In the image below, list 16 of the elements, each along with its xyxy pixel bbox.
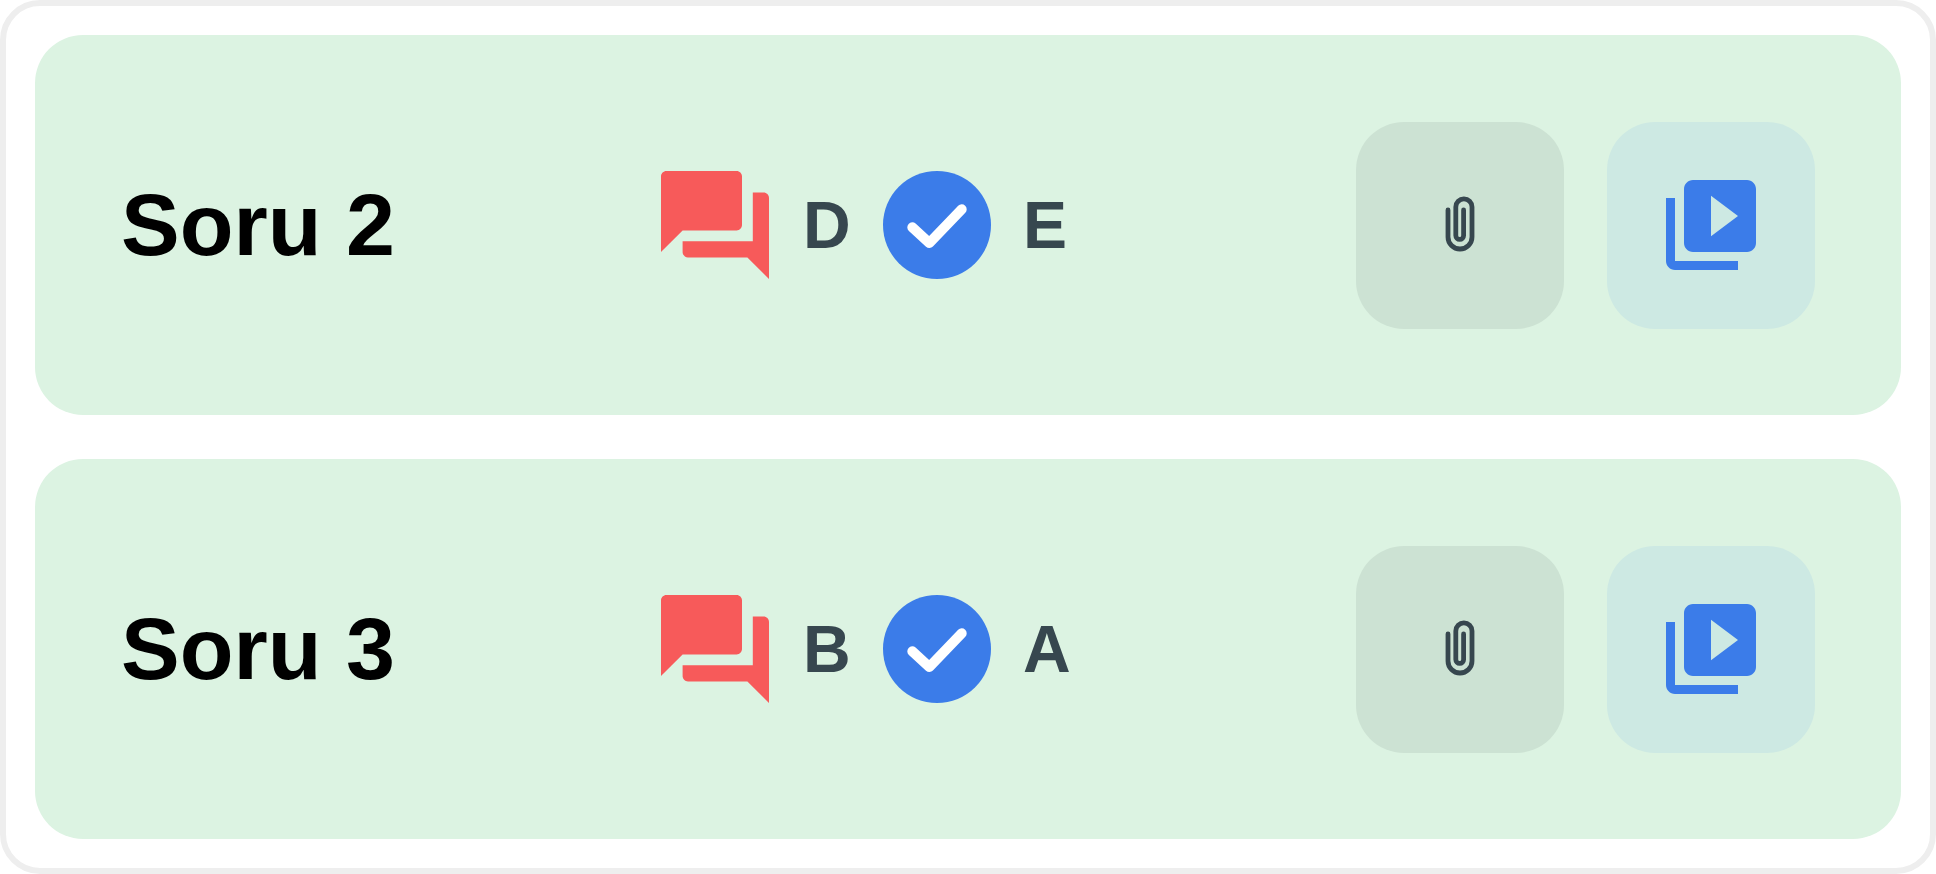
video-button[interactable]: [1607, 545, 1815, 753]
attachment-button[interactable]: [1356, 121, 1564, 329]
chat-bubbles-icon: [661, 171, 769, 279]
check-circle-icon: [883, 171, 991, 279]
attachment-button[interactable]: [1356, 545, 1564, 753]
question-title: Soru 3: [121, 598, 396, 700]
correct-answer-letter: A: [1023, 610, 1071, 688]
wrong-answer-letter: B: [803, 610, 852, 688]
video-library-icon: [1666, 180, 1756, 270]
video-library-icon: [1666, 604, 1756, 694]
question-title: Soru 2: [121, 174, 396, 276]
chat-bubbles-icon: [661, 595, 769, 703]
video-button[interactable]: [1607, 121, 1815, 329]
correct-answer-letter: E: [1023, 186, 1068, 264]
check-circle-icon: [883, 595, 991, 703]
wrong-answer-letter: D: [803, 186, 852, 264]
